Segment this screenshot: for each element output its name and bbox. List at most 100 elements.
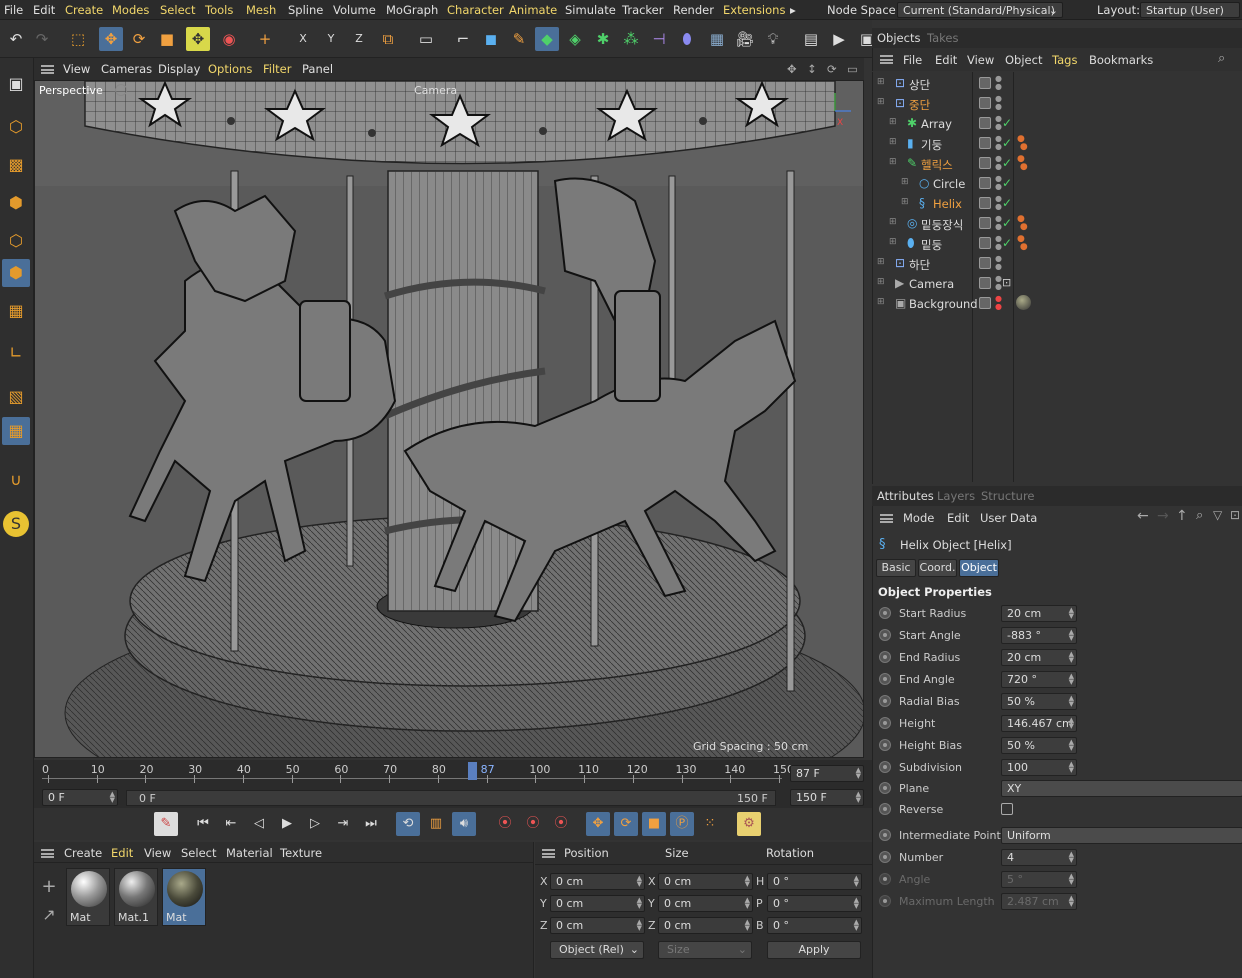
transform-tool-icon[interactable]: ◉ [217,27,241,51]
coordinate-system-icon[interactable]: ⧉ [376,27,400,51]
visibility-dots-icon[interactable]: ● ● [995,275,1002,291]
animate-radio-icon[interactable] [879,717,891,729]
object-name[interactable]: Background [909,297,978,311]
motion-system-icon[interactable]: ⚙ [737,812,761,836]
object-row[interactable]: ▮ ⊞ 기둥 ● ● ✓ ● ● [873,134,1242,154]
record-keys-icon[interactable]: ⦿ [493,812,517,836]
visibility-dots-icon[interactable]: ● ● [995,295,1002,311]
3d-viewport[interactable]: X Perspective Camera Grid Spacing : 50 c… [34,80,864,758]
uv-mode-icon[interactable]: ▦ [2,297,30,325]
visibility-dots-icon[interactable]: ● ● [995,215,1002,231]
polygons-mode-icon[interactable]: ⬢ [2,259,30,287]
property-value-field[interactable]: Uniform [1001,827,1242,844]
viewport-rotate-icon[interactable]: ⟳ [827,62,837,76]
cloner-icon[interactable]: ✱ [591,27,615,51]
obj-menu-edit[interactable]: Edit [935,53,957,67]
subtab-coord[interactable]: Coord. [918,559,957,577]
rotate-icon[interactable]: ⟳ [127,27,151,51]
object-name[interactable]: 하단 [909,257,930,273]
enabled-check-icon[interactable]: ✓ [1002,216,1012,230]
animate-radio-icon[interactable] [879,895,891,907]
visibility-dots-icon[interactable]: ● ● [995,135,1002,151]
layout-dropdown[interactable]: Startup (User) [1140,2,1240,18]
range-slider[interactable]: 0 F 150 F [126,790,776,806]
position-x-field[interactable]: 0 cm ▲ ▼ [550,873,645,890]
material-swatch-mat[interactable]: Mat [66,868,110,926]
attr-search-icon[interactable]: ⌕ [1196,508,1203,523]
axis-mode-icon[interactable]: ∟ [2,339,30,367]
key-position-icon[interactable]: ✥ [586,812,610,836]
viewport-maximize-icon[interactable]: ▭ [847,62,858,76]
object-row[interactable]: ▣ ⊞ Background ● ● [873,294,1242,314]
visibility-dots-icon[interactable]: ● ● [995,75,1002,91]
cube-icon[interactable]: ◼ [479,27,503,51]
object-row[interactable]: ⊡ ⊞ 상단 ● ● [873,74,1242,94]
position-y-field[interactable]: 0 cm ▲ ▼ [550,895,645,912]
property-value-field[interactable]: 50 % ▲ ▼ [1001,693,1077,710]
search-icon[interactable]: ⌕ [1218,51,1225,66]
attr-menu-edit[interactable]: Edit [947,511,969,525]
expand-toggle-icon[interactable]: ⊞ [889,237,897,247]
z-axis-icon[interactable]: Z [347,27,371,51]
menu-tracker[interactable]: Tracker [622,3,664,17]
menu-select[interactable]: Select [160,3,195,17]
layer-edit-icon[interactable] [979,137,991,149]
object-row[interactable]: § ⊞ Helix ● ● ✓ [873,194,1242,214]
expand-toggle-icon[interactable]: ⊞ [877,277,885,287]
floor-icon[interactable]: ▦ [705,27,729,51]
menu-file[interactable]: File [4,3,23,17]
subtab-basic[interactable]: Basic [876,559,916,577]
position-z-field[interactable]: 0 cm ▲ ▼ [550,917,645,934]
prev-key-icon[interactable]: ⇤ [219,812,243,836]
layer-edit-icon[interactable] [979,177,991,189]
object-row[interactable]: ✎ ⊞ 헬릭스 ● ● ✓ ● ● [873,154,1242,174]
redo-icon[interactable]: ↷ [30,27,54,51]
property-value-field[interactable]: 5 ° ▲ ▼ [1001,871,1077,888]
attr-menu-mode[interactable]: Mode [903,511,934,525]
key-pla-icon[interactable]: ⁙ [698,812,722,836]
visibility-dots-icon[interactable]: ● ● [995,235,1002,251]
snap-icon[interactable]: ✥ [186,27,210,51]
object-name[interactable]: Helix [933,197,962,211]
expand-toggle-icon[interactable]: ⊞ [889,117,897,127]
mat-menu-view[interactable]: View [144,846,171,860]
workplane-icon[interactable]: ▧ [2,383,30,411]
menu-mograph[interactable]: MoGraph [386,3,438,17]
subdivision-icon[interactable]: ◆ [535,27,559,51]
property-value-field[interactable]: 146.467 cm ▲ ▼ [1001,715,1077,732]
tab-attributes[interactable]: Attributes [877,489,934,503]
object-name[interactable]: 밑둥 [921,237,942,253]
size-mode-dropdown[interactable]: Size ⌄ [658,941,752,959]
mat-menu-edit[interactable]: Edit [111,846,133,860]
menu-volume[interactable]: Volume [333,3,376,17]
object-name[interactable]: 헬릭스 [921,157,953,173]
object-row[interactable]: ○ ⊞ Circle ● ● ✓ [873,174,1242,194]
animate-radio-icon[interactable] [879,851,891,863]
attr-menu-user-data[interactable]: User Data [980,511,1037,525]
object-name[interactable]: 상단 [909,77,930,93]
enabled-check-icon[interactable]: ✓ [1002,136,1012,150]
undo-icon[interactable]: ↶ [4,27,28,51]
viewport-menu-options[interactable]: Options [208,62,252,76]
tab-takes[interactable]: Takes [927,31,959,45]
loop-icon[interactable]: ⟲ [396,812,420,836]
property-value-field[interactable]: 50 % ▲ ▼ [1001,737,1077,754]
node-space-dropdown[interactable]: Current (Standard/Physical) ⌄ [897,2,1063,18]
material-tag-icon[interactable]: ● ● [1017,215,1028,232]
texture-tag-icon[interactable] [1016,295,1031,310]
property-value-field[interactable]: 20 cm ▲ ▼ [1001,605,1077,622]
expand-toggle-icon[interactable]: ⊞ [901,197,909,207]
viewport-menu-filter[interactable]: Filter [263,62,291,76]
animate-radio-icon[interactable] [879,761,891,773]
scale-icon[interactable]: ■ [155,27,179,51]
pen-icon[interactable]: ✎ [507,27,531,51]
object-row[interactable]: ⬮ ⊞ 밑둥 ● ● ✓ ● ● [873,234,1242,254]
size-z-field[interactable]: 0 cm ▲ ▼ [658,917,753,934]
object-row[interactable]: ✱ ⊞ Array ● ● ✓ [873,114,1242,134]
x-axis-icon[interactable]: X [291,27,315,51]
apply-material-icon[interactable]: ↗ [38,904,60,926]
viewport-zoom-icon[interactable]: ↕ [807,62,817,76]
light-icon[interactable]: 💡︎ [761,27,785,51]
expand-toggle-icon[interactable]: ⊞ [889,217,897,227]
layer-edit-icon[interactable] [979,97,991,109]
